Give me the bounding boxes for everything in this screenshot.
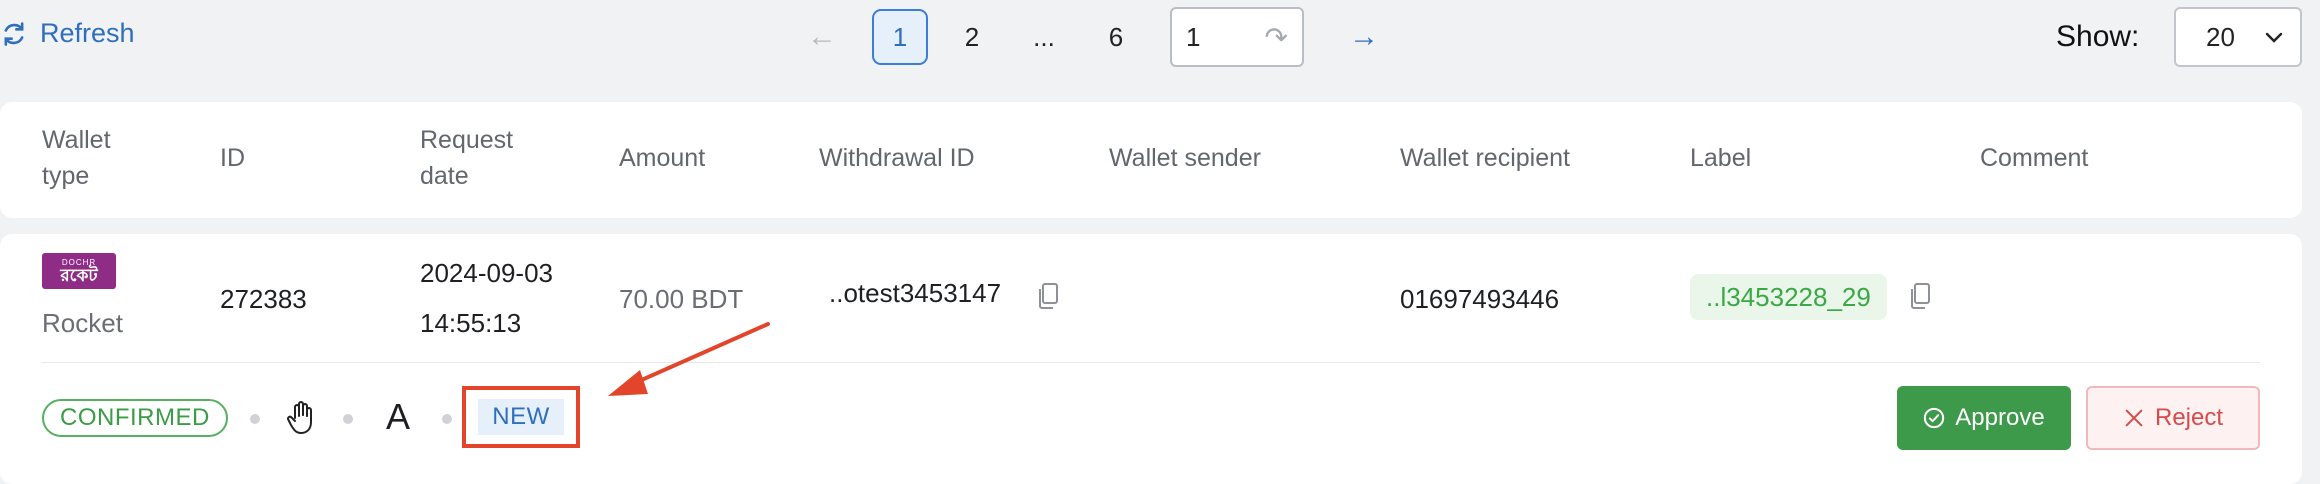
hand-icon bbox=[287, 401, 312, 434]
page-6-button[interactable]: 6 bbox=[1088, 9, 1144, 65]
header-label: Label bbox=[1690, 144, 1752, 172]
arrow-left-icon: ← bbox=[807, 20, 837, 53]
method-letter: A bbox=[386, 396, 411, 437]
refresh-icon bbox=[4, 21, 24, 46]
annotation-arrow bbox=[608, 322, 770, 396]
header-amount: Amount bbox=[619, 144, 706, 172]
page-size-value: 20 bbox=[2206, 21, 2235, 52]
copy-icon[interactable] bbox=[1908, 282, 1932, 310]
reject-label: Reject bbox=[2154, 404, 2224, 431]
separator-dot bbox=[343, 414, 353, 424]
page-ellipsis: ... bbox=[1033, 21, 1055, 52]
next-page-button[interactable]: → bbox=[1342, 9, 1386, 65]
rocket-logo: DOCHR রকেট bbox=[42, 253, 116, 289]
row-divider bbox=[42, 362, 2260, 363]
redo-arrow-icon[interactable]: ↷ bbox=[1265, 21, 1288, 54]
table-row: DOCHR রকেট Rocket 272383 2024-09-03 14:5… bbox=[0, 234, 2302, 484]
refresh-label: Refresh bbox=[40, 18, 135, 48]
check-circle-icon bbox=[1924, 407, 1945, 429]
table-header: Wallet type ID Request date Amount Withd… bbox=[0, 102, 2302, 218]
reject-button[interactable]: Reject bbox=[2086, 386, 2260, 450]
header-comment: Comment bbox=[1980, 144, 2089, 172]
header-request-date: Request date bbox=[420, 126, 514, 190]
withdrawal-id-value: ..otest3453147 bbox=[829, 278, 1002, 308]
page-2-button[interactable]: 2 bbox=[944, 9, 1000, 65]
wallet-type-value: Rocket bbox=[42, 308, 123, 338]
header-withdrawal-id: Withdrawal ID bbox=[819, 144, 975, 172]
amount-value: 70.00 BDT bbox=[619, 284, 744, 314]
request-time-value: 14:55:13 bbox=[420, 308, 522, 338]
toolbar: Refresh ← 1 2 ... 6 1 ↷ → Show: 20 bbox=[0, 0, 2320, 100]
header-wallet-recipient: Wallet recipient bbox=[1400, 144, 1570, 172]
goto-page-input[interactable]: 1 ↷ bbox=[1170, 7, 1304, 67]
separator-dot bbox=[250, 414, 260, 424]
pagination: ← 1 2 ... 6 1 ↷ → bbox=[800, 7, 1386, 67]
new-badge-highlight: NEW bbox=[462, 386, 580, 448]
goto-page-value: 1 bbox=[1186, 21, 1201, 52]
separator-dot bbox=[442, 414, 452, 424]
header-wallet-type: Wallet type bbox=[42, 126, 111, 190]
label-badge: ..l3453228_29 bbox=[1690, 274, 1887, 320]
arrow-right-icon: → bbox=[1349, 20, 1379, 53]
header-wallet-sender: Wallet sender bbox=[1109, 144, 1261, 172]
approve-label: Approve bbox=[1955, 404, 2045, 431]
copy-icon[interactable] bbox=[1036, 282, 1060, 310]
show-label: Show: bbox=[2056, 20, 2140, 53]
chevron-down-icon bbox=[2265, 32, 2283, 43]
close-icon bbox=[2125, 409, 2143, 427]
status-badge: CONFIRMED bbox=[42, 399, 228, 437]
prev-page-button[interactable]: ← bbox=[800, 9, 844, 65]
wallet-recipient-value: 01697493446 bbox=[1400, 284, 1560, 314]
refresh-button[interactable]: Refresh bbox=[0, 18, 135, 49]
new-badge: NEW bbox=[478, 399, 564, 435]
page-size-select[interactable]: 20 bbox=[2174, 7, 2302, 67]
header-id: ID bbox=[220, 144, 245, 172]
approve-button[interactable]: Approve bbox=[1897, 386, 2071, 450]
page-1-button[interactable]: 1 bbox=[872, 9, 928, 65]
id-value: 272383 bbox=[220, 284, 307, 314]
request-date-value: 2024-09-03 bbox=[420, 258, 553, 288]
